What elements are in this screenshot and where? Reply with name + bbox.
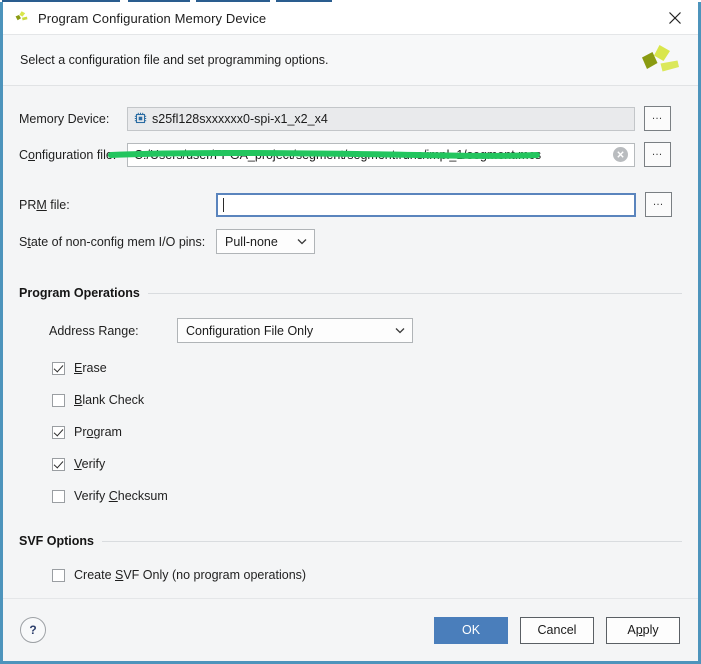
checkbox-create-svf-only-label: Create SVF Only (no program operations): [74, 568, 306, 582]
memory-device-row: Memory Device:: [19, 106, 682, 131]
address-range-row: Address Range: Configuration File Only: [19, 318, 682, 343]
io-pins-state-row: State of non-config mem I/O pins: Pull-n…: [19, 229, 682, 254]
svf-options-title: SVF Options: [19, 534, 102, 548]
ok-button[interactable]: OK: [434, 617, 508, 644]
memory-device-field[interactable]: s25fl128sxxxxxx0-spi-x1_x2_x4: [127, 107, 635, 131]
chevron-down-icon: [297, 238, 307, 245]
svf-options-group-header: SVF Options: [19, 532, 682, 550]
io-pins-state-label: State of non-config mem I/O pins:: [19, 235, 216, 249]
title-bar: Program Configuration Memory Device: [3, 2, 698, 35]
memory-chip-icon: [134, 112, 147, 125]
checkbox-create-svf-only-box[interactable]: [52, 569, 65, 582]
io-pins-state-value: Pull-none: [225, 235, 278, 249]
checkbox-verify-checksum-box[interactable]: [52, 490, 65, 503]
configuration-file-row: Configuration file: C:/Users/user/FPGA_p…: [19, 142, 682, 167]
io-pins-state-dropdown[interactable]: Pull-none: [216, 229, 315, 254]
checkbox-blank-check-label: Blank Check: [74, 393, 144, 407]
xilinx-logo-icon: [638, 43, 682, 81]
checkbox-verify-box[interactable]: [52, 458, 65, 471]
configuration-file-field[interactable]: C:/Users/user/FPGA_project/segment/segme…: [127, 143, 635, 167]
prm-file-browse-button[interactable]: …: [645, 192, 672, 217]
checkbox-blank-check[interactable]: Blank Check: [19, 393, 682, 407]
checkbox-program[interactable]: Program: [19, 425, 682, 439]
checkbox-erase-label: Erase: [74, 361, 107, 375]
dialog-header: Select a configuration file and set prog…: [3, 35, 698, 86]
close-icon[interactable]: [652, 2, 698, 34]
program-configuration-memory-device-dialog: Program Configuration Memory Device Sele…: [0, 0, 701, 664]
checkbox-program-box[interactable]: [52, 426, 65, 439]
group-divider: [19, 541, 682, 542]
cancel-button[interactable]: Cancel: [520, 617, 594, 644]
program-operations-group-header: Program Operations: [19, 284, 682, 302]
checkbox-blank-check-box[interactable]: [52, 394, 65, 407]
dialog-body: Memory Device:: [3, 86, 698, 598]
configuration-file-browse-button[interactable]: …: [644, 142, 671, 167]
checkbox-create-svf-only[interactable]: Create SVF Only (no program operations): [19, 568, 682, 582]
checkbox-verify-checksum[interactable]: Verify Checksum: [19, 489, 682, 503]
memory-device-browse-button[interactable]: …: [644, 106, 671, 131]
xilinx-logo-icon: [13, 9, 31, 27]
checkbox-verify-label: Verify: [74, 457, 105, 471]
memory-device-value: s25fl128sxxxxxx0-spi-x1_x2_x4: [152, 112, 328, 126]
checkbox-erase-box[interactable]: [52, 362, 65, 375]
window-title: Program Configuration Memory Device: [38, 11, 266, 26]
chevron-down-icon: [395, 327, 405, 334]
memory-device-label: Memory Device:: [19, 112, 127, 126]
configuration-file-label: Configuration file:: [19, 148, 127, 162]
text-cursor: [223, 198, 224, 212]
dialog-footer: ? OK Cancel Apply: [3, 598, 698, 661]
prm-file-label: PRM file:: [19, 198, 216, 212]
address-range-label: Address Range:: [49, 324, 177, 338]
prm-file-row: PRM file: …: [19, 192, 682, 217]
checkbox-verify[interactable]: Verify: [19, 457, 682, 471]
address-range-dropdown[interactable]: Configuration File Only: [177, 318, 413, 343]
dialog-window: Program Configuration Memory Device Sele…: [0, 2, 701, 664]
apply-button[interactable]: Apply: [606, 617, 680, 644]
clear-icon[interactable]: [613, 147, 628, 162]
address-range-value: Configuration File Only: [186, 324, 313, 338]
help-icon[interactable]: ?: [20, 617, 46, 643]
checkbox-program-label: Program: [74, 425, 122, 439]
program-operations-title: Program Operations: [19, 286, 148, 300]
dialog-instruction: Select a configuration file and set prog…: [20, 53, 329, 67]
prm-file-field[interactable]: [216, 193, 636, 217]
configuration-file-value: C:/Users/user/FPGA_project/segment/segme…: [134, 148, 541, 162]
checkbox-verify-checksum-label: Verify Checksum: [74, 489, 168, 503]
checkbox-erase[interactable]: Erase: [19, 361, 682, 375]
